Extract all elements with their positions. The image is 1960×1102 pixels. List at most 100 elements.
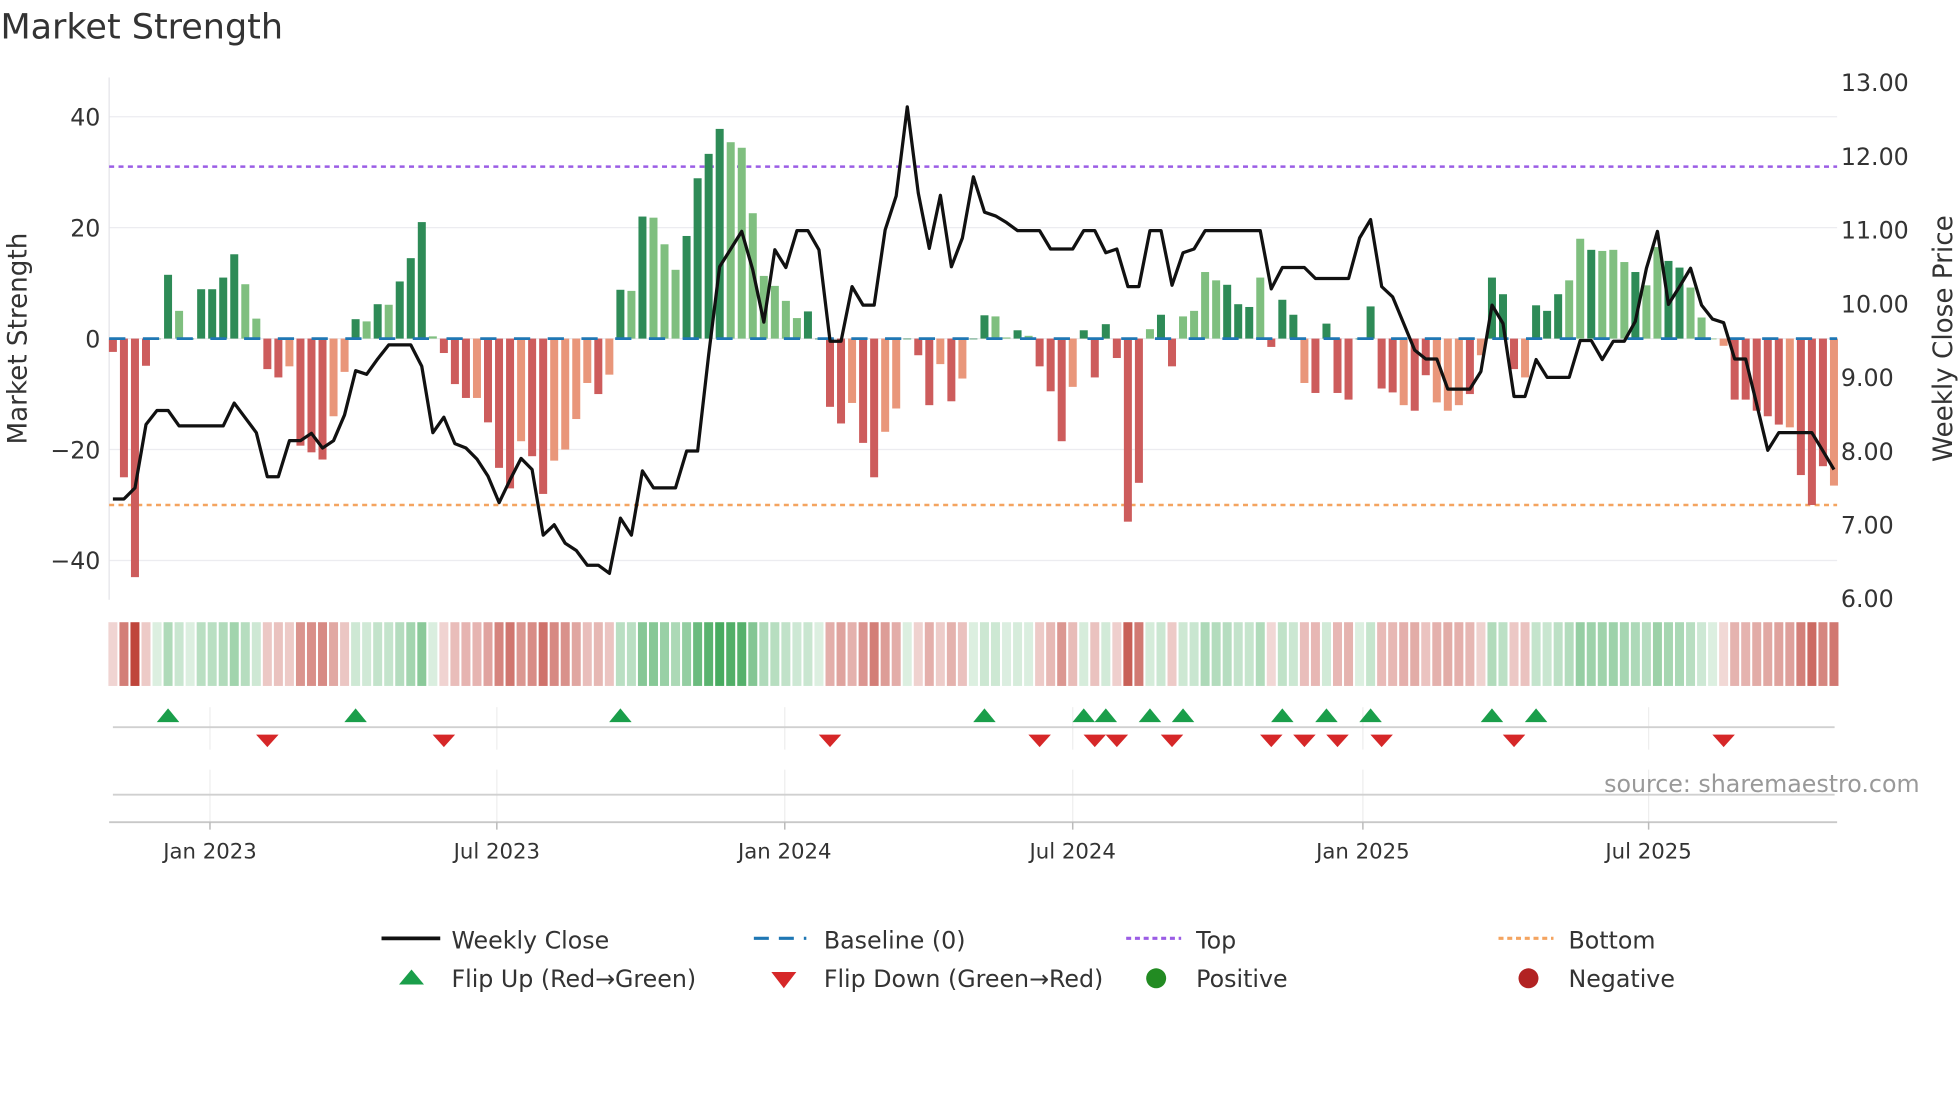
heatmap-cell	[1796, 622, 1806, 686]
strength-bar	[770, 285, 779, 339]
heatmap-cell	[306, 622, 316, 686]
heatmap-cell	[229, 622, 239, 686]
strength-bar	[1300, 338, 1309, 383]
heatmap-cell	[483, 622, 493, 686]
strength-bar	[175, 310, 184, 339]
flip-up-marker	[344, 708, 367, 723]
y-tick-label-right: 8.00	[1841, 438, 1894, 466]
heatmap-cell	[615, 622, 625, 686]
strength-bar	[1179, 316, 1188, 339]
heatmap-cell	[384, 622, 394, 686]
x-tick-label: Jan 2023	[161, 839, 257, 864]
strength-bar	[1796, 338, 1805, 476]
heatmap-cell	[582, 622, 592, 686]
strength-bar	[826, 338, 835, 407]
strength-bar	[638, 216, 647, 339]
heatmap-cell	[1355, 622, 1365, 686]
strength-bar	[660, 244, 669, 339]
flip-up-marker	[1271, 708, 1294, 723]
legend: Weekly Close Baseline (0) Top Bottom Fli…	[381, 926, 1675, 993]
strength-bar	[682, 235, 691, 339]
triangle-down-icon	[771, 972, 797, 989]
heatmap-cell	[1663, 622, 1673, 686]
heatmap-cell	[207, 622, 217, 686]
strength-bar	[1521, 338, 1530, 378]
weekly-close-line	[112, 105, 1836, 575]
y-tick-label-right: 9.00	[1841, 364, 1894, 392]
strength-bar	[1190, 310, 1199, 339]
strength-bars	[108, 128, 1838, 578]
strength-bar	[1686, 287, 1695, 339]
heatmap-cell	[472, 622, 482, 686]
strength-bar	[1366, 306, 1375, 339]
heatmap-cell	[1719, 622, 1729, 686]
y-tick-label: 40	[70, 103, 100, 131]
heatmap-cell	[1255, 622, 1265, 686]
strength-bar	[428, 336, 437, 339]
heatmap-cell	[704, 622, 714, 686]
heatmap-cell	[130, 622, 140, 686]
strength-bar	[417, 222, 426, 339]
strength-bar	[1090, 338, 1099, 378]
heatmap-cell	[549, 622, 559, 686]
y-ticks-right: 13.00 12.00 11.00 10.00 9.00 8.00 7.00 6.00	[1841, 69, 1909, 613]
heatmap-cell	[604, 622, 614, 686]
heatmap-cell	[1167, 622, 1177, 686]
strength-bar	[1057, 338, 1066, 442]
strength-bar	[1719, 338, 1728, 346]
strength-bar	[263, 338, 272, 370]
strength-bar	[550, 338, 559, 461]
strength-bar	[1068, 338, 1077, 387]
heatmap-cell	[1002, 622, 1012, 686]
heatmap-cell	[1531, 622, 1541, 686]
heatmap-cell	[1068, 622, 1078, 686]
strength-bar	[1245, 306, 1254, 339]
strength-bar	[1035, 338, 1044, 367]
heatmap-cell	[1321, 622, 1331, 686]
heatmap-cell	[1432, 622, 1442, 686]
strength-bar	[980, 315, 989, 339]
heatmap-cell	[1410, 622, 1420, 686]
heatmap-cell	[902, 622, 912, 686]
heatmap-cell	[218, 622, 228, 686]
flip-up-marker	[1094, 708, 1118, 723]
strength-bar	[119, 338, 128, 478]
strength-bar	[837, 338, 846, 424]
strength-bar	[1201, 272, 1210, 339]
strength-bar	[1145, 329, 1154, 339]
strength-bar	[881, 338, 890, 432]
strength-bar	[1377, 338, 1386, 389]
strength-bar	[991, 316, 1000, 339]
circle-green-icon	[1146, 968, 1167, 989]
strength-bar	[1532, 305, 1541, 339]
heatmap-cell	[814, 622, 824, 686]
heatmap-cell	[593, 622, 603, 686]
strength-bar	[726, 142, 735, 339]
flip-down-marker	[1260, 734, 1283, 748]
flip-down-marker	[432, 734, 456, 748]
heatmap-cell	[1079, 622, 1089, 686]
strength-bar	[362, 321, 371, 339]
strength-bar	[1454, 338, 1463, 406]
heatmap-cell	[439, 622, 449, 686]
heatmap-cell	[748, 622, 758, 686]
heatmap-cell	[1675, 622, 1685, 686]
heatmap-cell	[693, 622, 703, 686]
heatmap-cell	[671, 622, 681, 686]
heatmap-cell	[1178, 622, 1188, 686]
heatmap-cell	[318, 622, 328, 686]
heatmap-cell	[163, 622, 173, 686]
heatmap-cell	[1542, 622, 1552, 686]
strength-bar	[1311, 338, 1320, 393]
flip-down-marker	[1502, 734, 1526, 748]
legend-item-positive: Positive	[1146, 965, 1288, 993]
heatmap-cell	[715, 622, 725, 686]
strength-bar	[450, 338, 459, 385]
weekly-close-path	[112, 105, 1836, 575]
strength-bar	[1333, 338, 1342, 393]
heatmap-cell	[1244, 622, 1254, 686]
strength-bar	[1168, 338, 1177, 367]
strength-bar	[1598, 250, 1607, 339]
heatmap-cell	[1024, 622, 1034, 686]
source-label: source: sharemaestro.com	[1604, 770, 1919, 798]
